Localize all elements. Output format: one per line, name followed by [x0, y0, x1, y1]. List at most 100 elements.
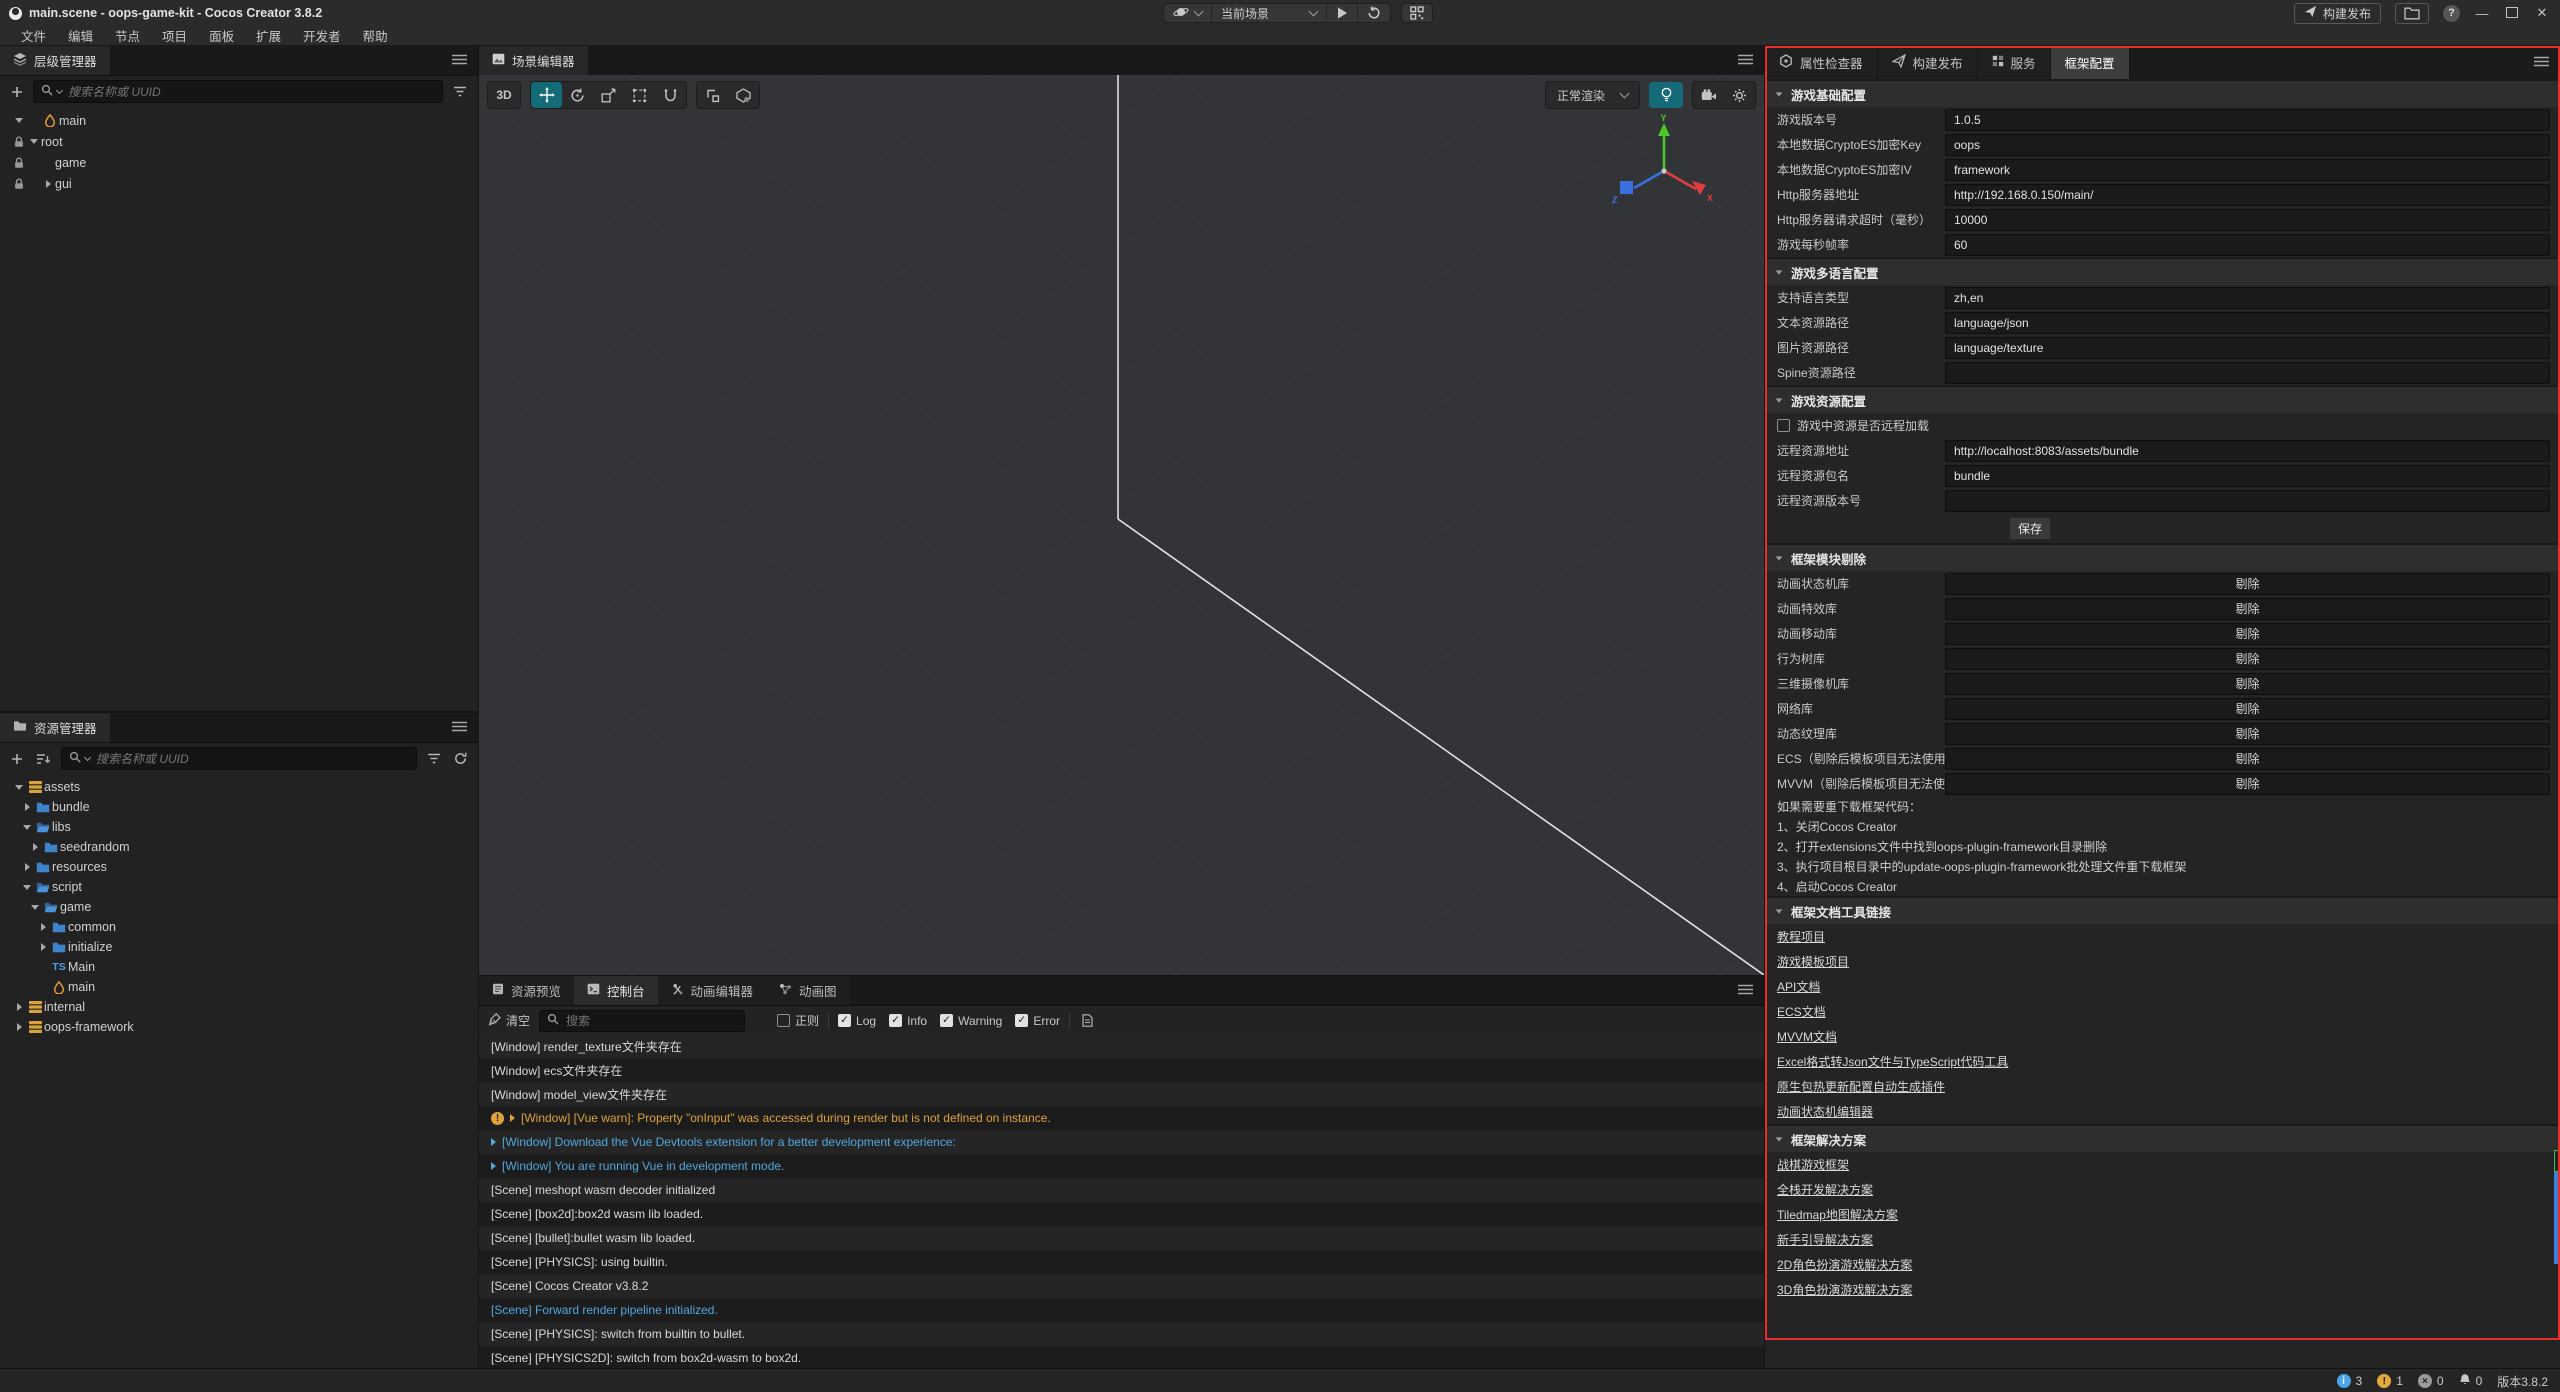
asset-node-main[interactable]: main [0, 977, 478, 997]
text-input[interactable]: 10000 [1945, 209, 2550, 231]
section-header-2[interactable]: 游戏资源配置 [1765, 385, 2560, 413]
help-button[interactable]: ? [2443, 5, 2460, 22]
assets-sort-button[interactable] [33, 751, 54, 767]
expand-arrow[interactable] [20, 803, 34, 811]
expand-arrow[interactable] [20, 863, 34, 871]
asset-node-seedrandom[interactable]: seedrandom [0, 837, 478, 857]
console-search-input[interactable] [564, 1013, 737, 1029]
log-row-8[interactable]: [Scene] [bullet]:bullet wasm lib loaded. [479, 1226, 1764, 1250]
log-expand-arrow[interactable] [510, 1111, 515, 1125]
doc-link[interactable]: ECS文档 [1765, 999, 2560, 1024]
log-row-3[interactable]: ![Window] [Vue warn]: Property "onInput"… [479, 1106, 1764, 1130]
text-input[interactable]: http://192.168.0.150/main/ [1945, 184, 2550, 206]
remove-module-button[interactable]: 剔除 [1945, 748, 2550, 770]
reload-button[interactable] [1358, 4, 1390, 22]
expand-arrow[interactable] [12, 1003, 26, 1011]
expand-arrow[interactable] [20, 825, 34, 830]
text-input[interactable]: language/texture [1945, 337, 2550, 359]
expand-arrow[interactable] [12, 1023, 26, 1031]
text-input[interactable]: zh,en [1945, 287, 2550, 309]
filter-log[interactable]: ✓Log [838, 1014, 876, 1028]
remove-module-button[interactable]: 剔除 [1945, 673, 2550, 695]
build-publish-button[interactable]: 构建发布 [2294, 3, 2381, 24]
asset-node-libs[interactable]: libs [0, 817, 478, 837]
regex-checkbox-box[interactable] [777, 1014, 790, 1027]
filter-checkbox[interactable]: ✓ [1015, 1014, 1028, 1027]
expand-arrow[interactable] [27, 139, 41, 144]
asset-node-game[interactable]: game [0, 897, 478, 917]
doc-link[interactable]: 全栈开发解决方案 [1765, 1177, 2560, 1202]
log-row-0[interactable]: [Window] render_texture文件夹存在 [479, 1034, 1764, 1058]
doc-link[interactable]: 2D角色扮演游戏解决方案 [1765, 1252, 2560, 1277]
menu-item-7[interactable]: 帮助 [352, 26, 399, 45]
log-row-11[interactable]: [Scene] Forward render pipeline initiali… [479, 1298, 1764, 1322]
menu-item-6[interactable]: 开发者 [292, 26, 352, 45]
doc-link[interactable]: 新手引导解决方案 [1765, 1227, 2560, 1252]
console-tab-2[interactable]: 动画编辑器 [658, 976, 767, 1005]
text-input[interactable]: oops [1945, 134, 2550, 156]
rect-tool-button[interactable] [624, 82, 655, 108]
menu-item-5[interactable]: 扩展 [245, 26, 292, 45]
scene-select-dropdown[interactable]: 当前场景 [1212, 4, 1327, 22]
assets-refresh-button[interactable] [451, 750, 470, 767]
expand-arrow[interactable] [36, 923, 50, 931]
remove-module-button[interactable]: 剔除 [1945, 698, 2550, 720]
log-row-10[interactable]: [Scene] Cocos Creator v3.8.2 [479, 1274, 1764, 1298]
section-header-1[interactable]: 游戏多语言配置 [1765, 257, 2560, 285]
tree-node-game[interactable]: game [0, 152, 478, 173]
asset-node-resources[interactable]: resources [0, 857, 478, 877]
expand-arrow[interactable] [12, 785, 26, 790]
doc-link[interactable]: 动画状态机编辑器 [1765, 1099, 2560, 1124]
minimize-button[interactable]: — [2474, 6, 2490, 21]
log-row-7[interactable]: [Scene] [box2d]:box2d wasm lib loaded. [479, 1202, 1764, 1226]
filter-warning[interactable]: ✓Warning [940, 1014, 1002, 1028]
inspector-tab-0[interactable]: 属性检查器 [1765, 46, 1878, 79]
status-warning-counter[interactable]: ! 1 [2377, 1374, 2403, 1388]
text-input[interactable] [1945, 490, 2550, 512]
log-row-1[interactable]: [Window] ecs文件夹存在 [479, 1058, 1764, 1082]
doc-link[interactable]: Excel格式转Json文件与TypeScript代码工具 [1765, 1049, 2560, 1074]
section-header-5[interactable]: 框架解决方案 [1765, 1124, 2560, 1152]
inspector-tab-3[interactable]: 框架配置 [2051, 46, 2130, 79]
move-tool-button[interactable] [531, 82, 562, 108]
console-tab-0[interactable]: 资源预览 [479, 976, 574, 1005]
log-expand-arrow[interactable] [491, 1135, 496, 1149]
remote-load-checkbox[interactable] [1777, 419, 1790, 432]
remove-module-button[interactable]: 剔除 [1945, 773, 2550, 795]
asset-node-script[interactable]: script [0, 877, 478, 897]
asset-node-assets[interactable]: assets [0, 777, 478, 797]
remove-module-button[interactable]: 剔除 [1945, 573, 2550, 595]
hierarchy-panel-tab[interactable]: 层级管理器 [0, 46, 110, 75]
hierarchy-panel-menu-button[interactable] [441, 46, 478, 75]
status-notification-counter[interactable]: 0 [2459, 1373, 2483, 1389]
close-button[interactable]: ✕ [2534, 5, 2550, 21]
doc-link[interactable]: 游戏模板项目 [1765, 949, 2560, 974]
text-input[interactable]: 1.0.5 [1945, 109, 2550, 131]
assets-panel-menu-button[interactable] [441, 713, 478, 742]
lighting-toggle-button[interactable] [1649, 82, 1683, 108]
section-header-4[interactable]: 框架文档工具链接 [1765, 896, 2560, 924]
camera-settings-button[interactable] [1693, 82, 1724, 108]
log-row-13[interactable]: [Scene] [PHYSICS2D]: switch from box2d-w… [479, 1346, 1764, 1368]
hierarchy-search-input[interactable] [66, 84, 435, 100]
text-input[interactable]: framework [1945, 159, 2550, 181]
doc-link[interactable]: MVVM文档 [1765, 1024, 2560, 1049]
expand-arrow[interactable] [20, 885, 34, 890]
asset-node-bundle[interactable]: bundle [0, 797, 478, 817]
collapse-logs-button[interactable] [1079, 1012, 1096, 1029]
asset-node-initialize[interactable]: initialize [0, 937, 478, 957]
filter-checkbox[interactable]: ✓ [889, 1014, 902, 1027]
scene-viewport[interactable]: 3D 正常渲染 [479, 75, 1764, 975]
snap-pivot-button[interactable] [697, 82, 728, 108]
asset-node-common[interactable]: common [0, 917, 478, 937]
menu-item-0[interactable]: 文件 [10, 26, 57, 45]
remove-module-button[interactable]: 剔除 [1945, 723, 2550, 745]
filter-error[interactable]: ✓Error [1015, 1014, 1060, 1028]
log-row-12[interactable]: [Scene] [PHYSICS]: switch from builtin t… [479, 1322, 1764, 1346]
status-info-counter[interactable]: i 3 [2337, 1374, 2363, 1388]
console-tab-3[interactable]: 动画图 [766, 976, 850, 1005]
mode-3d-button[interactable]: 3D [487, 81, 521, 109]
text-input[interactable]: language/json [1945, 312, 2550, 334]
gizmo-settings-button[interactable] [1724, 82, 1755, 108]
hierarchy-filter-button[interactable] [450, 84, 470, 99]
